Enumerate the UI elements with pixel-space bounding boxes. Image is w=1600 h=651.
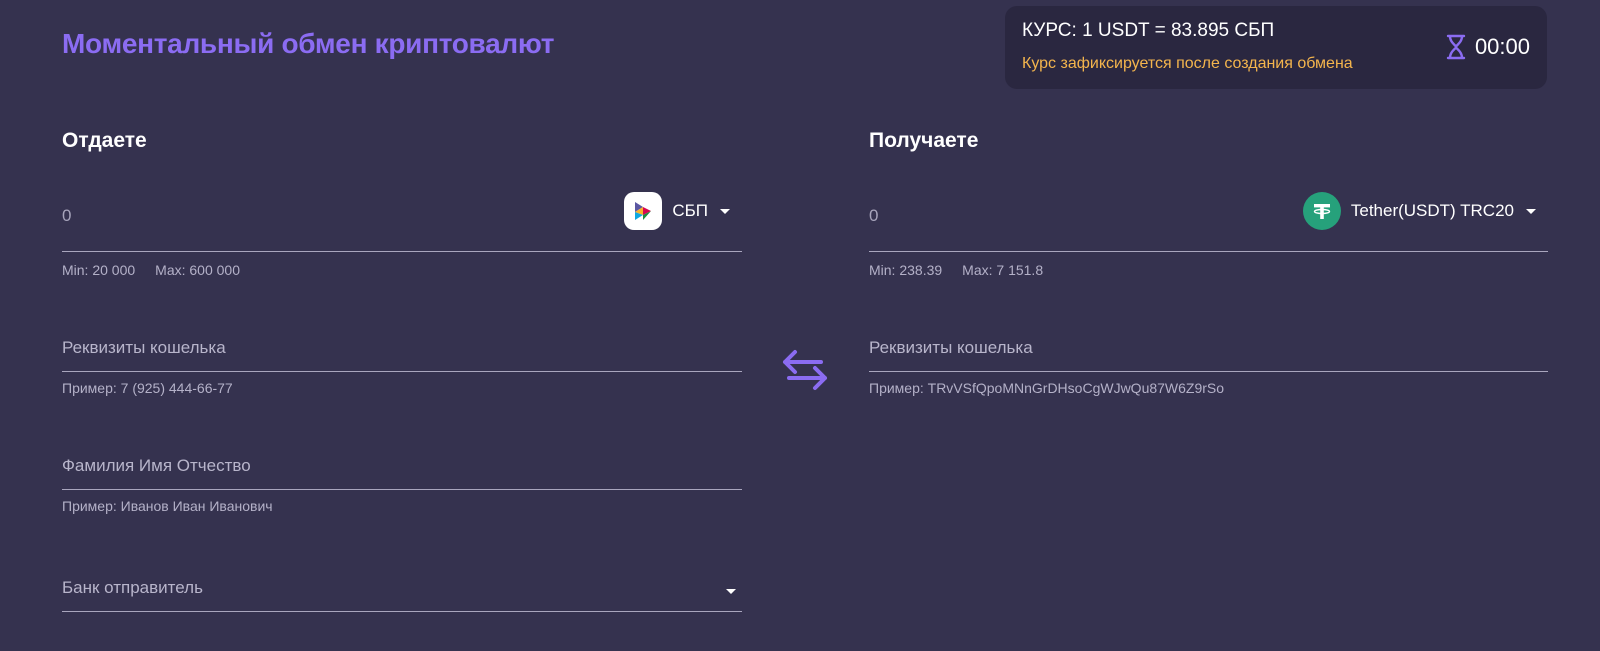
page-title: Моментальный обмен криптовалют — [62, 28, 555, 59]
chevron-down-icon — [720, 208, 730, 214]
give-currency-label: СБП — [672, 201, 708, 220]
give-amount-row: СБП — [62, 184, 742, 252]
receive-wallet-hint: Пример: TRvVSfQpoMNnGrDHsoCgWJwQu87W6Z9r… — [869, 380, 1225, 396]
timer-value: 00:00 — [1474, 34, 1530, 59]
swap-button[interactable] — [781, 348, 829, 392]
give-wallet-row — [62, 330, 742, 372]
rate-text: КУРС: 1 USDT = 83.895 СБП — [1022, 20, 1275, 41]
give-currency-select[interactable]: СБП — [624, 192, 730, 230]
sbp-icon — [624, 192, 663, 230]
receive-currency-label: Tether(USDT) TRC20 — [1350, 201, 1514, 220]
receive-limits: Min: 238.39 Max: 7 151.8 — [869, 262, 1043, 278]
bank-select-row[interactable] — [62, 570, 742, 612]
give-heading: Отдаете — [62, 129, 147, 152]
receive-max: Max: 7 151.8 — [962, 262, 1044, 278]
swap-arrows-icon — [783, 350, 827, 390]
give-limits: Min: 20 000 Max: 600 000 — [62, 262, 240, 278]
bank-select[interactable] — [62, 578, 674, 598]
receive-min: Min: 238.39 — [869, 262, 943, 278]
hourglass-icon — [1445, 34, 1467, 60]
exchange-page: Моментальный обмен криптовалют КУРС: 1 U… — [0, 0, 1600, 651]
receive-heading: Получаете — [869, 129, 979, 152]
full-name-hint: Пример: Иванов Иван Иванович — [62, 498, 273, 514]
give-max: Max: 600 000 — [155, 262, 241, 278]
give-amount-input[interactable] — [62, 206, 462, 226]
give-wallet-hint: Пример: 7 (925) 444-66-77 — [62, 380, 233, 396]
receive-amount-input[interactable] — [869, 206, 1269, 226]
receive-currency-select[interactable]: Tether(USDT) TRC20 — [1302, 192, 1536, 230]
tether-icon — [1302, 192, 1341, 230]
give-wallet-input[interactable] — [62, 338, 674, 358]
rate-timer: 00:00 — [1445, 34, 1530, 60]
rate-panel: КУРС: 1 USDT = 83.895 СБП Курс зафиксиру… — [1005, 6, 1547, 89]
rate-note: Курс зафиксируется после создания обмена — [1022, 55, 1353, 72]
receive-wallet-row — [869, 330, 1548, 372]
chevron-down-icon — [726, 589, 736, 594]
give-min: Min: 20 000 — [62, 262, 136, 278]
full-name-input[interactable] — [62, 456, 674, 476]
chevron-down-icon — [1526, 208, 1536, 214]
receive-amount-row: Tether(USDT) TRC20 — [869, 184, 1548, 252]
receive-wallet-input[interactable] — [869, 338, 1481, 358]
give-name-row — [62, 448, 742, 490]
